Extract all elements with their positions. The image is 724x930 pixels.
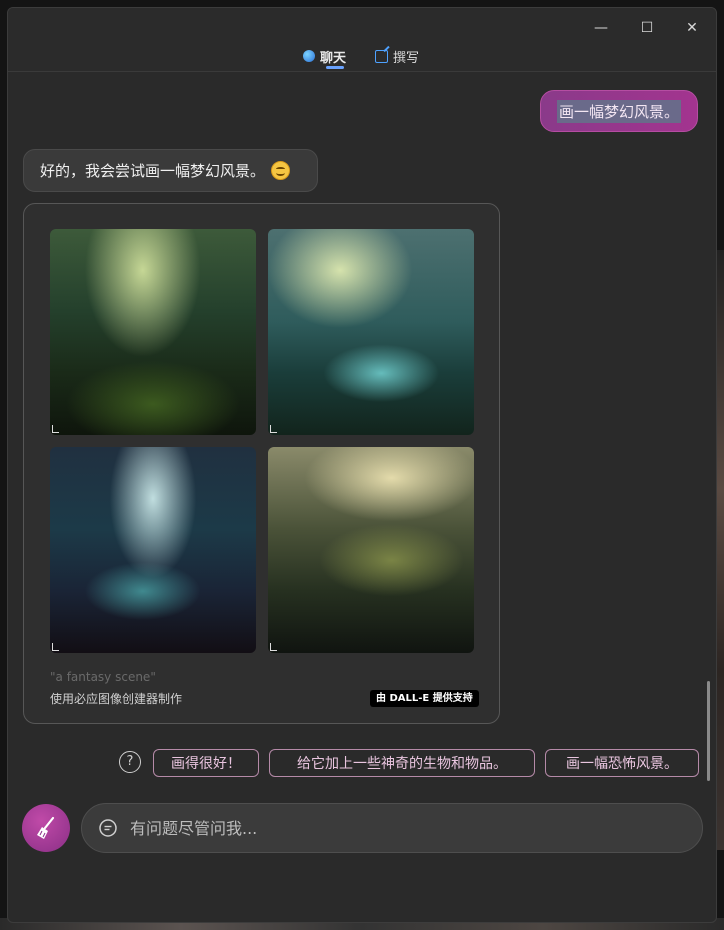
chat-icon: [99, 819, 117, 837]
tab-chat[interactable]: 聊天: [303, 46, 346, 66]
tab-compose[interactable]: 撰写: [375, 46, 419, 66]
broom-icon: [37, 816, 55, 839]
user-message-text: 画一幅梦幻风景。: [556, 99, 681, 123]
active-tab-indicator: [326, 66, 344, 69]
image-creator-link[interactable]: 使用必应图像创建器制作: [50, 690, 182, 707]
image-result-card: "a fantasy scene" 使用必应图像创建器制作 由 DALL-E 提…: [23, 203, 500, 724]
image-corner-icon: [270, 643, 277, 651]
suggestion-chip[interactable]: 画得很好！: [153, 749, 259, 777]
help-icon[interactable]: ?: [119, 751, 141, 773]
suggestion-chip[interactable]: 画一幅恐怖风景。: [545, 749, 699, 777]
generated-image-1[interactable]: [50, 229, 256, 435]
minimize-button[interactable]: —: [589, 16, 613, 40]
generated-image-2[interactable]: [268, 229, 474, 435]
suggestion-chip[interactable]: 给它加上一些神奇的生物和物品。: [269, 749, 535, 777]
smiling-face-emoji-icon: [271, 161, 291, 180]
chat-input-container[interactable]: [81, 803, 703, 853]
user-message: 画一幅梦幻风景。: [540, 90, 698, 132]
tab-compose-label: 撰写: [393, 50, 420, 66]
bot-message: 好的，我会尝试画一幅梦幻风景。: [23, 149, 318, 192]
image-corner-icon: [270, 425, 277, 433]
dalle-badge: 由 DALL-E 提供支持: [370, 690, 479, 707]
image-corner-icon: [52, 425, 59, 433]
scrollbar[interactable]: [707, 681, 710, 781]
title-bar: — ☐ ✕ 聊天 撰写: [8, 8, 716, 72]
image-corner-icon: [52, 643, 59, 651]
tab-chat-label: 聊天: [320, 50, 347, 66]
chat-window: — ☐ ✕ 聊天 撰写 画一幅梦幻风景。 好的，我会尝试画一幅梦幻风景。 "a …: [7, 7, 717, 923]
generated-image-3[interactable]: [50, 447, 256, 653]
image-prompt: "a fantasy scene": [50, 670, 156, 684]
chat-bubble-icon: [303, 50, 315, 62]
new-topic-button[interactable]: [22, 804, 70, 852]
maximize-button[interactable]: ☐: [635, 16, 659, 40]
compose-icon: [375, 49, 388, 63]
bot-message-text: 好的，我会尝试画一幅梦幻风景。: [40, 162, 266, 180]
generated-image-4[interactable]: [268, 447, 474, 653]
close-button[interactable]: ✕: [680, 16, 704, 40]
chat-input[interactable]: [128, 817, 652, 839]
